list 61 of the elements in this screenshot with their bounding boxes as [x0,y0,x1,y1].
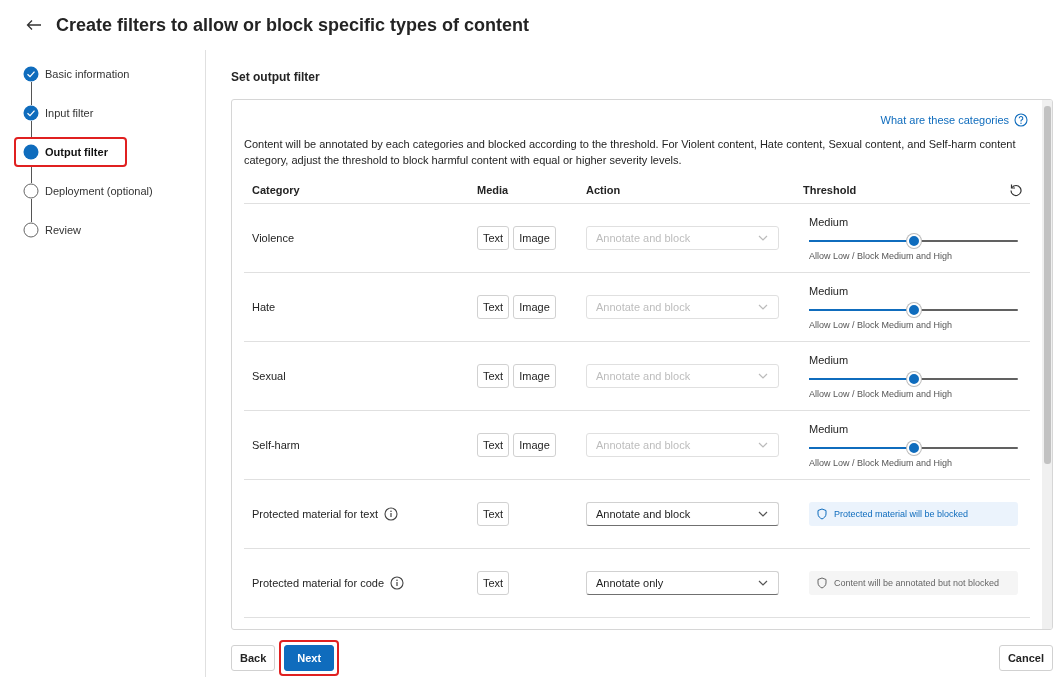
action-dropdown[interactable]: Annotate and block [586,502,779,526]
shield-icon [817,577,827,589]
step-label[interactable]: Input filter [45,105,94,121]
info-icon [383,507,398,521]
threshold-slider[interactable] [809,301,1018,318]
media-toggle[interactable]: Text [477,364,510,388]
step-label[interactable]: Output filter [45,144,108,160]
slider-thumb[interactable] [906,302,921,317]
column-header: Action [586,183,621,196]
column-header: Threshold [803,183,857,196]
category-label: Self-harm [252,439,300,451]
threshold-slider[interactable] [809,370,1018,387]
status-notice: Protected material will be blocked [809,502,1018,526]
threshold-slider[interactable] [809,232,1018,249]
action-dropdown[interactable]: Annotate only [586,571,779,595]
category-label: Violence [252,232,294,244]
media-toggle[interactable]: Text [477,295,510,319]
media-toggle[interactable]: Text [477,571,510,595]
category-label: Sexual [252,370,286,382]
threshold-note: Allow Low / Block Medium and High [809,388,954,399]
section-title: Set output filter [231,70,321,86]
back-button[interactable]: Back [231,645,276,671]
threshold-slider[interactable] [809,439,1018,456]
threshold-value: Medium [809,353,850,368]
media-toggle[interactable]: Image [513,433,556,457]
column-header: Media [477,183,509,196]
column-header: Category [252,183,300,196]
step-label[interactable]: Basic information [45,66,130,82]
threshold-note: Allow Low / Block Medium and High [809,250,954,261]
media-toggle[interactable]: Image [513,295,556,319]
step-label[interactable]: Review [45,222,82,238]
back-arrow-icon [26,19,42,31]
next-button[interactable]: Next [284,645,335,671]
slider-thumb[interactable] [906,440,921,455]
back-button[interactable] [24,17,44,33]
help-link[interactable]: What are these categories [880,114,1009,126]
slider-thumb[interactable] [906,233,921,248]
step-label[interactable]: Deployment (optional) [45,183,153,199]
info-icon [390,576,405,590]
media-toggle[interactable]: Text [477,226,510,250]
threshold-note: Allow Low / Block Medium and High [809,457,954,468]
reset-icon [1009,183,1023,197]
category-label: Protected material for code [252,577,385,589]
media-toggle[interactable]: Text [477,433,510,457]
page-title: Create filters to allow or block specific types of content [56,14,530,36]
media-toggle[interactable]: Image [513,364,556,388]
category-label: Protected material for text [252,508,378,520]
threshold-value: Medium [809,422,850,437]
threshold-value: Medium [809,215,850,230]
scrollbar[interactable] [1042,100,1052,629]
shield-icon [817,508,827,520]
slider-thumb[interactable] [906,371,921,386]
media-toggle[interactable]: Image [513,226,556,250]
status-notice: Content will be annotated but not blocked [809,571,1018,595]
threshold-note: Allow Low / Block Medium and High [809,319,954,330]
media-toggle[interactable]: Text [477,502,510,526]
category-label: Hate [252,301,276,313]
description-text: Content will be annotated by each categories and blocked according to the threshold. For Violent content, Hate content, Sexual content, and Self-harm content category, adjust the threshold to block harmful content with equal or higher severity levels. [244,137,1017,168]
help-icon [1014,113,1028,127]
threshold-value: Medium [809,284,850,299]
cancel-button[interactable]: Cancel [998,645,1053,671]
